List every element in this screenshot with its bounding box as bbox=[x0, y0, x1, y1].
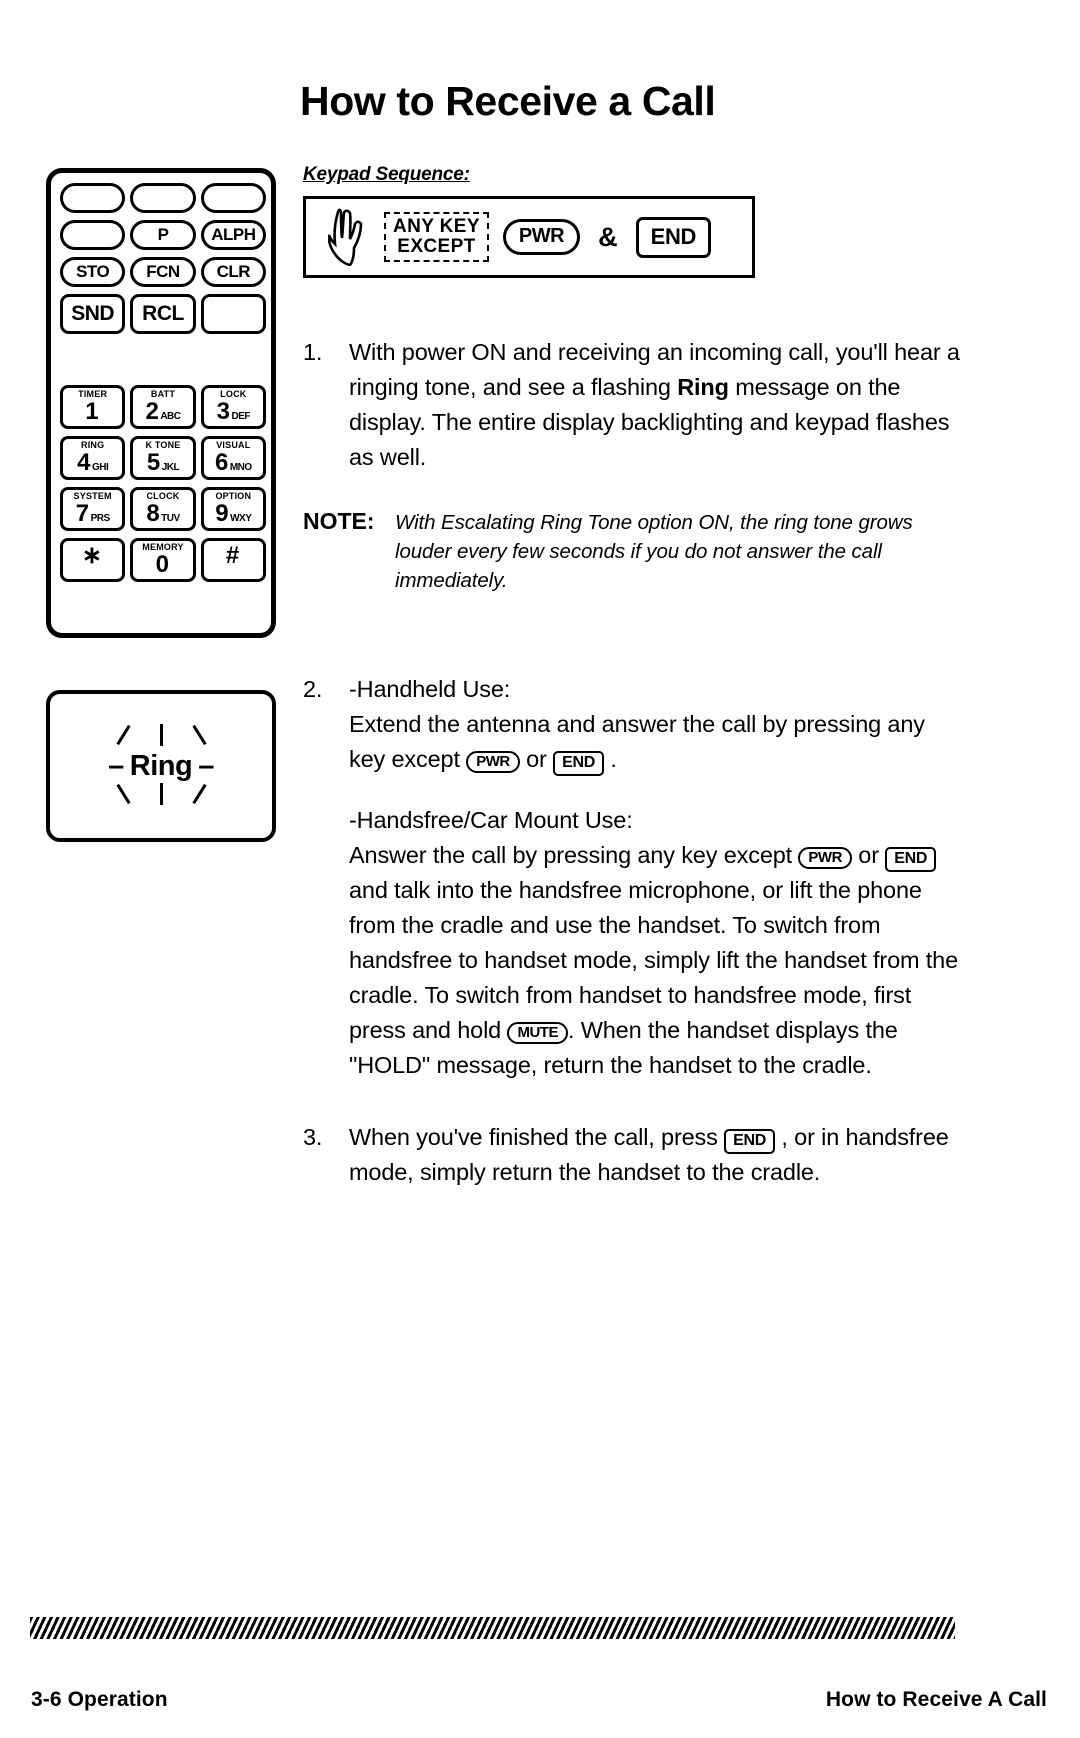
phone-key-5-letters: JKL bbox=[161, 462, 180, 473]
step-2-carmount-text-a: Answer the call by pressing any key exce… bbox=[349, 842, 799, 868]
note-text: With Escalating Ring Tone option ON, the… bbox=[395, 511, 913, 592]
phone-key-4-digit: 4 bbox=[77, 449, 90, 476]
phone-key-2: BATT 2 ABC bbox=[130, 385, 196, 429]
ring-message: – Ring – bbox=[108, 750, 214, 783]
inline-end-key-2: END bbox=[885, 847, 937, 872]
pointing-hand-icon bbox=[327, 208, 370, 267]
footer-section-title: How to Receive A Call bbox=[825, 1688, 1047, 1711]
phone-key-3: LOCK 3 DEF bbox=[200, 385, 266, 429]
note-block: NOTE: With Escalating Ring Tone option O… bbox=[303, 508, 958, 595]
phone-key-pound-digit: # bbox=[225, 542, 239, 569]
step-2-handheld-paragraph: Extend the antenna and answer the call b… bbox=[349, 707, 963, 777]
phone-key-6-digit: 6 bbox=[214, 449, 228, 476]
phone-key-snd: SND bbox=[60, 294, 126, 334]
ring-rays-bottom-icon bbox=[113, 782, 209, 809]
phone-key-sto: STO bbox=[60, 257, 126, 287]
phone-key-7-digit: 7 bbox=[75, 500, 89, 527]
phone-key-blank-1 bbox=[60, 183, 126, 213]
phone-key-3-letters: DEF bbox=[231, 411, 251, 422]
phone-key-9: OPTION 9 WXY bbox=[200, 487, 266, 531]
step-3-index: 3. bbox=[303, 1124, 323, 1150]
ring-rays-top-icon bbox=[113, 723, 209, 750]
page-title: How to Receive a Call bbox=[300, 78, 716, 124]
manual-page: How to Receive a Call Keypad Sequence: A… bbox=[0, 0, 1080, 1738]
any-key-except-label: ANY KEY EXCEPT bbox=[384, 212, 489, 262]
phone-key-4-letters: GHI bbox=[91, 462, 109, 473]
pwr-key-glyph: PWR bbox=[502, 219, 581, 255]
phone-key-5-digit: 5 bbox=[146, 449, 160, 476]
ring-display-content: – Ring – bbox=[50, 694, 272, 838]
keypad-sequence-box: ANY KEY EXCEPT PWR & END bbox=[303, 196, 755, 278]
ampersand-symbol: & bbox=[598, 221, 618, 252]
phone-key-0-digit: 0 bbox=[155, 551, 169, 578]
phone-key-9-letters: WXY bbox=[230, 513, 252, 524]
phone-key-fcn: FCN bbox=[130, 257, 196, 287]
phone-keypad-illustration: P ALPH STO FCN CLR SND RCL TIMER 1 BATT … bbox=[46, 168, 276, 638]
phone-key-blank-3 bbox=[200, 183, 266, 213]
phone-key-8-digit: 8 bbox=[146, 500, 160, 527]
step-2-carmount-heading: -Handsfree/Car Mount Use: bbox=[349, 807, 633, 833]
inline-mute-key: MUTE bbox=[507, 1022, 568, 1044]
phone-key-9-digit: 9 bbox=[215, 500, 229, 527]
phone-key-3-digit: 3 bbox=[216, 398, 230, 425]
phone-key-pound: # bbox=[200, 538, 266, 582]
step-2: 2. -Handheld Use: Extend the antenna and… bbox=[303, 672, 963, 1083]
phone-key-rcl: RCL bbox=[130, 294, 196, 334]
phone-key-p: P bbox=[130, 220, 196, 250]
step-3-body: When you've finished the call, press END… bbox=[349, 1120, 963, 1190]
step-2-carmount-paragraph: Answer the call by pressing any key exce… bbox=[349, 838, 963, 1083]
phone-key-8-letters: TUV bbox=[161, 513, 180, 524]
ring-message-text: Ring bbox=[129, 749, 193, 782]
phone-key-6-letters: MNO bbox=[229, 462, 252, 473]
step-2-handheld-text-b: . bbox=[603, 746, 617, 772]
inline-pwr-key-1: PWR bbox=[466, 751, 520, 773]
phone-function-key-grid: P ALPH STO FCN CLR SND RCL bbox=[60, 183, 266, 334]
phone-key-clr: CLR bbox=[200, 257, 266, 287]
ring-right-dash: – bbox=[198, 749, 214, 782]
ring-display-illustration: – Ring – bbox=[46, 690, 276, 842]
phone-key-2-digit: 2 bbox=[145, 398, 159, 425]
end-key-glyph: END bbox=[635, 216, 712, 258]
step-2-handheld-heading: -Handheld Use: bbox=[349, 676, 511, 702]
phone-key-blank-2 bbox=[130, 183, 196, 213]
phone-key-7-letters: PRS bbox=[90, 513, 111, 524]
step-2-index: 2. bbox=[303, 676, 323, 702]
step-3: 3. When you've finished the call, press … bbox=[303, 1120, 963, 1190]
phone-key-7: SYSTEM 7 PRS bbox=[60, 487, 126, 531]
step-2-body: -Handheld Use: Extend the antenna and an… bbox=[349, 672, 963, 1083]
phone-key-2-letters: ABC bbox=[160, 411, 181, 422]
inline-end-key-1: END bbox=[553, 751, 604, 776]
phone-key-5: K TONE 5 JKL bbox=[130, 436, 196, 480]
step-2-handheld-text-a: Extend the antenna and answer the call b… bbox=[349, 711, 925, 772]
phone-key-0: MEMORY 0 bbox=[130, 538, 196, 582]
phone-key-8: CLOCK 8 TUV bbox=[130, 487, 196, 531]
keypad-sequence-label: Keypad Sequence: bbox=[303, 164, 470, 185]
phone-key-blank-5 bbox=[200, 294, 266, 334]
any-key-line-1: ANY KEY bbox=[393, 216, 480, 238]
phone-key-6: VISUAL 6 MNO bbox=[200, 436, 266, 480]
phone-key-alph: ALPH bbox=[200, 220, 266, 250]
phone-key-star-digit: ∗ bbox=[81, 542, 102, 569]
phone-key-star: ∗ bbox=[60, 538, 126, 582]
step-3-text-a: When you've finished the call, press bbox=[349, 1124, 725, 1150]
step-1-body: With power ON and receiving an incoming … bbox=[349, 335, 963, 475]
step-1-index: 1. bbox=[303, 339, 323, 365]
step-1-bold-word: Ring bbox=[677, 374, 729, 400]
step-2-carmount-or: or bbox=[851, 842, 879, 868]
phone-numeric-key-grid: TIMER 1 BATT 2 ABC LOCK 3 DEF RING 4 GHI K … bbox=[60, 385, 266, 582]
note-label: NOTE: bbox=[303, 508, 375, 534]
any-key-line-2: EXCEPT bbox=[397, 235, 476, 257]
phone-key-4: RING 4 GHI bbox=[60, 436, 126, 480]
phone-key-1-digit: 1 bbox=[85, 398, 99, 425]
footer-decorative-rule bbox=[30, 1617, 955, 1639]
inline-pwr-key-2: PWR bbox=[798, 847, 852, 869]
phone-key-blank-4 bbox=[60, 220, 126, 250]
step-2-handheld-or: or bbox=[519, 746, 554, 772]
ring-left-dash: – bbox=[108, 749, 124, 782]
phone-key-1: TIMER 1 bbox=[60, 385, 126, 429]
step-1: 1. With power ON and receiving an incomi… bbox=[303, 335, 963, 475]
footer-page-number: 3-6 Operation bbox=[31, 1688, 168, 1711]
inline-end-key-3: END bbox=[724, 1129, 776, 1154]
